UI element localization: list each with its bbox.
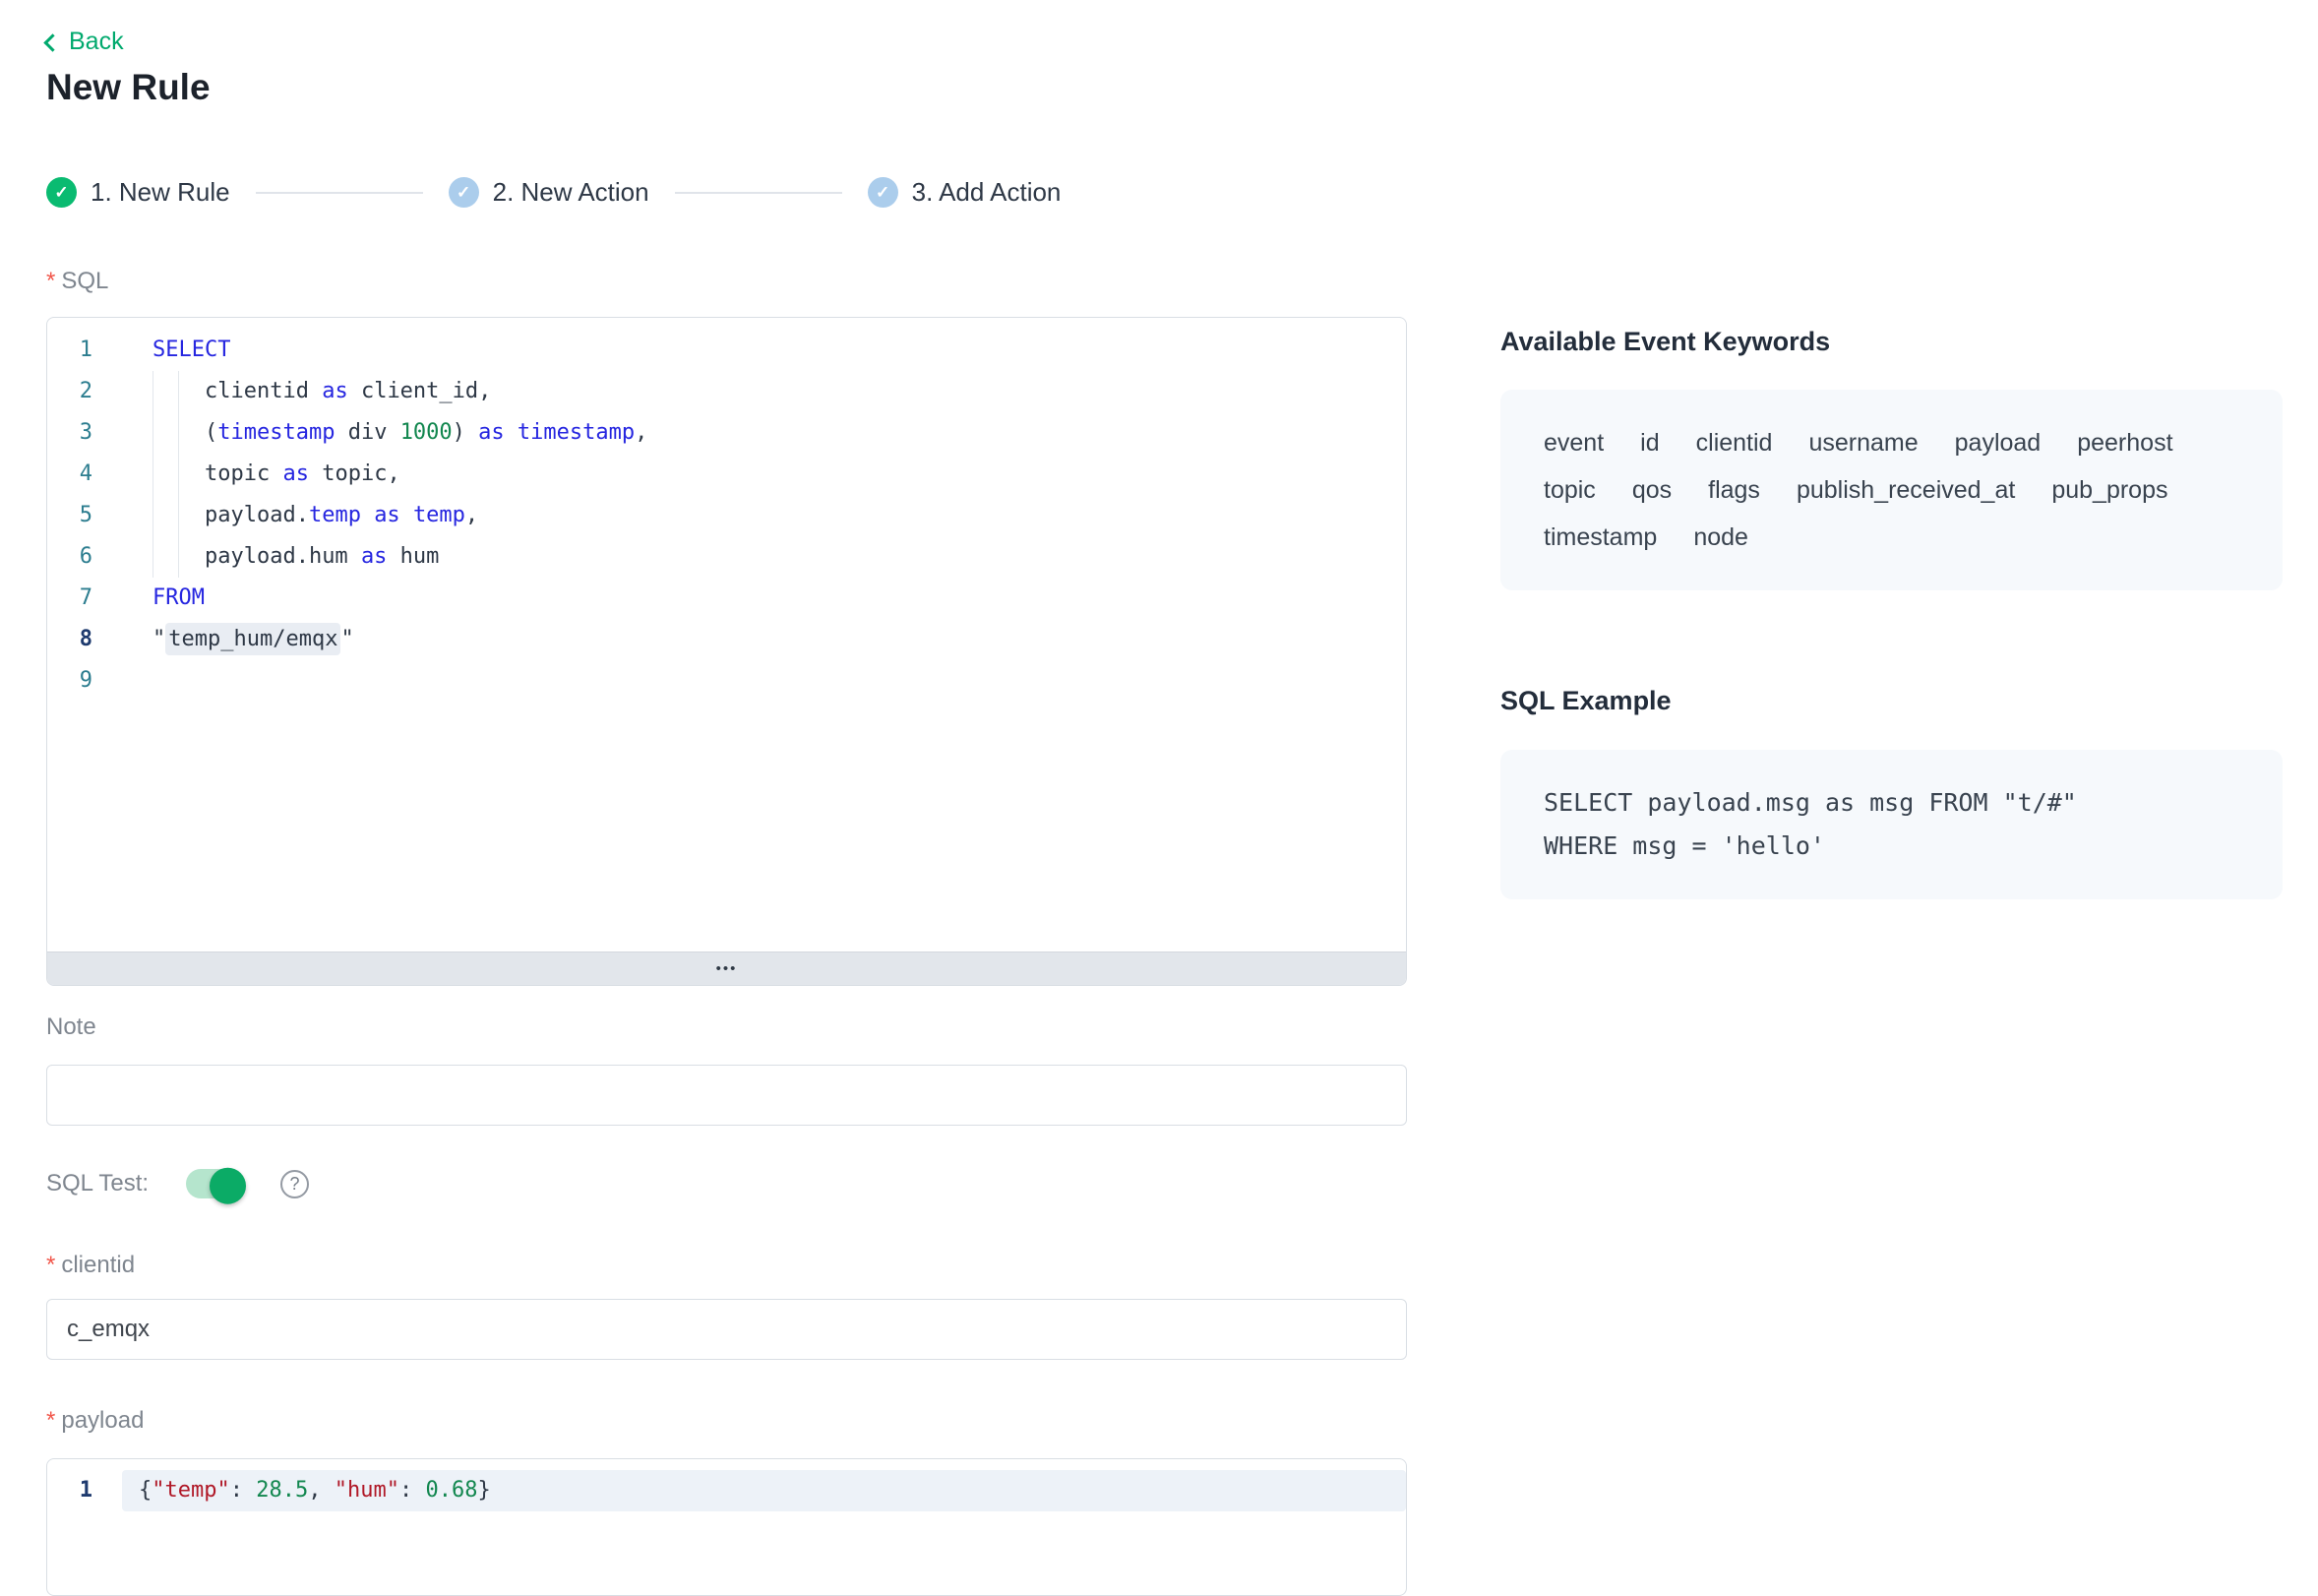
code-line[interactable]: 3 (timestamp div 1000) as timestamp, — [47, 412, 1406, 454]
step-item[interactable]: ✓ 1. New Rule — [46, 177, 230, 208]
sql-test-label: SQL Test: — [46, 1170, 149, 1197]
line-number: 2 — [47, 371, 92, 412]
event-keyword: clientid — [1696, 419, 1773, 466]
payload-label: *payload — [46, 1407, 144, 1435]
back-label: Back — [69, 28, 124, 56]
code-line[interactable]: 4 topic as topic, — [47, 454, 1406, 495]
sql-example-line: SELECT payload.msg as msg FROM "t/#" — [1544, 781, 2239, 825]
event-keyword: peerhost — [2077, 419, 2172, 466]
clientid-label: *clientid — [46, 1252, 135, 1279]
step-label: 1. New Rule — [91, 177, 230, 208]
step-check-icon: ✓ — [46, 177, 77, 208]
chevron-left-icon — [43, 33, 61, 51]
indent-guide — [152, 495, 153, 536]
code-text: SELECT — [152, 330, 230, 371]
step-check-icon: ✓ — [449, 177, 479, 208]
indent-guide — [152, 371, 153, 412]
step-indicator: ✓ 1. New Rule ✓ 2. New Action ✓ 3. Add Action — [46, 177, 1061, 208]
step-check-icon: ✓ — [868, 177, 898, 208]
indent-guide — [178, 412, 179, 454]
clientid-input[interactable] — [46, 1299, 1407, 1360]
event-keywords-panel: eventid clientid username payload peerhost to… — [1500, 390, 2283, 590]
line-number: 9 — [47, 660, 92, 702]
step-item[interactable]: ✓ 2. New Action — [449, 177, 649, 208]
required-asterisk: * — [46, 1252, 55, 1278]
step-item[interactable]: ✓ 3. Add Action — [868, 177, 1062, 208]
indent-guide — [178, 371, 179, 412]
event-keyword: publish_received_at — [1797, 466, 2015, 514]
event-keyword: node — [1693, 514, 1748, 561]
event-keyword: id — [1640, 419, 1659, 466]
note-label: Note — [46, 1013, 96, 1041]
code-line[interactable]: 8 "temp_hum/emqx" — [47, 619, 1406, 660]
indent-guide — [178, 454, 179, 495]
code-text: topic as topic, — [152, 454, 400, 495]
required-asterisk: * — [46, 1407, 55, 1434]
line-number: 1 — [47, 1469, 92, 1512]
keywords-title: Available Event Keywords — [1500, 327, 1830, 357]
line-number: 6 — [47, 536, 92, 578]
indent-guide — [152, 536, 153, 578]
required-asterisk: * — [46, 268, 55, 294]
code-text: {"temp": 28.5, "hum": 0.68} — [139, 1469, 491, 1512]
line-number: 1 — [47, 330, 92, 371]
code-line[interactable]: 7 FROM — [47, 578, 1406, 619]
step-label: 3. Add Action — [912, 177, 1062, 208]
step-label: 2. New Action — [493, 177, 649, 208]
event-keyword: timestamp — [1544, 514, 1657, 561]
indent-guide — [152, 412, 153, 454]
event-keyword: event — [1544, 419, 1604, 466]
line-number: 5 — [47, 495, 92, 536]
payload-editor-content[interactable]: 1 {"temp": 28.5, "hum": 0.68} — [47, 1459, 1406, 1512]
toggle-knob — [210, 1168, 246, 1204]
editor-resize-handle[interactable]: ••• — [47, 951, 1406, 985]
line-number: 7 — [47, 578, 92, 619]
code-line[interactable]: 9 — [47, 660, 1406, 702]
sql-editor-content[interactable]: 1SELECT2 clientid as client_id,3 (timest… — [47, 318, 1406, 951]
step-connector — [675, 192, 842, 194]
event-keyword: pub_props — [2051, 466, 2167, 514]
code-line[interactable]: 1 {"temp": 28.5, "hum": 0.68} — [47, 1469, 1406, 1512]
note-input[interactable] — [46, 1065, 1407, 1126]
code-line[interactable]: 2 clientid as client_id, — [47, 371, 1406, 412]
code-text: payload.temp as temp, — [152, 495, 478, 536]
line-number: 4 — [47, 454, 92, 495]
sql-editor[interactable]: 1SELECT2 clientid as client_id,3 (timest… — [46, 317, 1407, 986]
code-line[interactable]: 5 payload.temp as temp, — [47, 495, 1406, 536]
code-text: "temp_hum/emqx" — [152, 619, 354, 660]
code-text: FROM — [152, 578, 205, 619]
step-connector — [256, 192, 423, 194]
payload-editor[interactable]: 1 {"temp": 28.5, "hum": 0.68} — [46, 1458, 1407, 1596]
code-text: clientid as client_id, — [152, 371, 491, 412]
sql-field-label: *SQL — [46, 268, 108, 295]
line-number: 3 — [47, 412, 92, 454]
event-keyword: flags — [1708, 466, 1760, 514]
indent-guide — [152, 454, 153, 495]
page-title: New Rule — [46, 67, 211, 108]
code-text: payload.hum as hum — [152, 536, 439, 578]
sql-test-row: SQL Test: ? — [46, 1169, 309, 1198]
sql-example-panel: SELECT payload.msg as msg FROM "t/#"WHER… — [1500, 750, 2283, 899]
sql-example-title: SQL Example — [1500, 686, 1672, 716]
back-link[interactable]: Back — [46, 28, 124, 56]
code-line[interactable]: 1 SELECT — [47, 330, 1406, 371]
event-keyword: payload — [1955, 419, 2042, 466]
code-line[interactable]: 6 payload.hum as hum — [47, 536, 1406, 578]
event-keyword: qos — [1632, 466, 1672, 514]
sql-test-toggle[interactable] — [186, 1169, 243, 1198]
indent-guide — [178, 495, 179, 536]
line-number: 8 — [47, 619, 92, 660]
event-keyword: topic — [1544, 466, 1596, 514]
event-keyword: username — [1808, 419, 1918, 466]
code-text: (timestamp div 1000) as timestamp, — [152, 412, 647, 454]
sql-example-line: WHERE msg = 'hello' — [1544, 825, 2239, 868]
help-icon[interactable]: ? — [280, 1170, 309, 1198]
indent-guide — [178, 536, 179, 578]
